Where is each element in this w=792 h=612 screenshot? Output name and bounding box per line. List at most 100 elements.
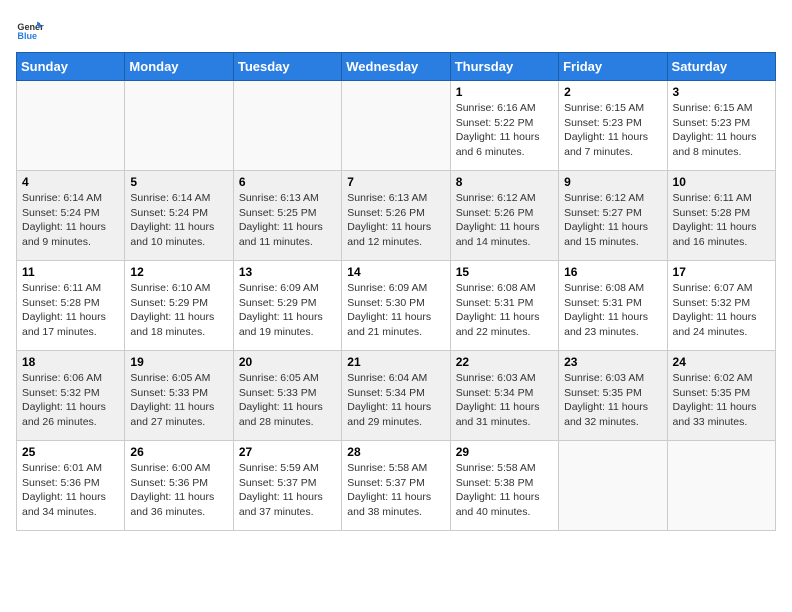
calendar-cell: 8 Sunrise: 6:12 AM Sunset: 5:26 PM Daylig…	[450, 171, 558, 261]
day-info: Sunrise: 6:11 AM Sunset: 5:28 PM Dayligh…	[673, 191, 770, 250]
calendar-header-row: SundayMondayTuesdayWednesdayThursdayFrid…	[17, 53, 776, 81]
calendar-cell: 21 Sunrise: 6:04 AM Sunset: 5:34 PM Dayli…	[342, 351, 450, 441]
calendar-cell: 7 Sunrise: 6:13 AM Sunset: 5:26 PM Daylig…	[342, 171, 450, 261]
svg-text:Blue: Blue	[17, 31, 37, 41]
day-number: 13	[239, 265, 336, 279]
day-number: 12	[130, 265, 227, 279]
calendar-week-row: 18 Sunrise: 6:06 AM Sunset: 5:32 PM Dayli…	[17, 351, 776, 441]
day-info: Sunrise: 6:03 AM Sunset: 5:34 PM Dayligh…	[456, 371, 553, 430]
calendar-cell: 29 Sunrise: 5:58 AM Sunset: 5:38 PM Dayli…	[450, 441, 558, 531]
day-number: 9	[564, 175, 661, 189]
day-info: Sunrise: 6:14 AM Sunset: 5:24 PM Dayligh…	[130, 191, 227, 250]
calendar-cell: 5 Sunrise: 6:14 AM Sunset: 5:24 PM Daylig…	[125, 171, 233, 261]
day-number: 28	[347, 445, 444, 459]
calendar-cell: 26Sunrise: 6:00 AM Sunset: 5:36 PM Dayli…	[125, 441, 233, 531]
calendar-cell: 23Sunrise: 6:03 AM Sunset: 5:35 PM Dayli…	[559, 351, 667, 441]
calendar-cell: 4Sunrise: 6:14 AM Sunset: 5:24 PM Daylig…	[17, 171, 125, 261]
calendar-cell: 1 Sunrise: 6:16 AM Sunset: 5:22 PM Daylig…	[450, 81, 558, 171]
day-info: Sunrise: 6:12 AM Sunset: 5:26 PM Dayligh…	[456, 191, 553, 250]
day-info: Sunrise: 6:06 AM Sunset: 5:32 PM Dayligh…	[22, 371, 119, 430]
calendar-cell: 22 Sunrise: 6:03 AM Sunset: 5:34 PM Dayli…	[450, 351, 558, 441]
calendar-cell: 6 Sunrise: 6:13 AM Sunset: 5:25 PM Daylig…	[233, 171, 341, 261]
day-number: 14	[347, 265, 444, 279]
day-number: 16	[564, 265, 661, 279]
logo: General Blue	[16, 16, 48, 44]
calendar-cell: 24 Sunrise: 6:02 AM Sunset: 5:35 PM Dayli…	[667, 351, 775, 441]
calendar-cell: 28 Sunrise: 5:58 AM Sunset: 5:37 PM Dayli…	[342, 441, 450, 531]
day-info: Sunrise: 6:16 AM Sunset: 5:22 PM Dayligh…	[456, 101, 553, 160]
calendar-cell	[667, 441, 775, 531]
day-number: 25	[22, 445, 119, 459]
calendar-week-row: 4Sunrise: 6:14 AM Sunset: 5:24 PM Daylig…	[17, 171, 776, 261]
day-info: Sunrise: 5:58 AM Sunset: 5:38 PM Dayligh…	[456, 461, 553, 520]
day-info: Sunrise: 6:10 AM Sunset: 5:29 PM Dayligh…	[130, 281, 227, 340]
col-header-friday: Friday	[559, 53, 667, 81]
calendar-cell	[342, 81, 450, 171]
day-number: 7	[347, 175, 444, 189]
day-info: Sunrise: 6:12 AM Sunset: 5:27 PM Dayligh…	[564, 191, 661, 250]
day-number: 22	[456, 355, 553, 369]
day-info: Sunrise: 6:13 AM Sunset: 5:26 PM Dayligh…	[347, 191, 444, 250]
calendar-cell: 16 Sunrise: 6:08 AM Sunset: 5:31 PM Dayli…	[559, 261, 667, 351]
calendar-cell: 27 Sunrise: 5:59 AM Sunset: 5:37 PM Dayli…	[233, 441, 341, 531]
calendar-cell	[559, 441, 667, 531]
day-info: Sunrise: 6:05 AM Sunset: 5:33 PM Dayligh…	[239, 371, 336, 430]
day-number: 2	[564, 85, 661, 99]
col-header-thursday: Thursday	[450, 53, 558, 81]
day-info: Sunrise: 6:13 AM Sunset: 5:25 PM Dayligh…	[239, 191, 336, 250]
day-number: 20	[239, 355, 336, 369]
day-info: Sunrise: 6:05 AM Sunset: 5:33 PM Dayligh…	[130, 371, 227, 430]
day-number: 8	[456, 175, 553, 189]
day-info: Sunrise: 6:03 AM Sunset: 5:35 PM Dayligh…	[564, 371, 661, 430]
calendar-cell: 3Sunrise: 6:15 AM Sunset: 5:23 PM Daylig…	[667, 81, 775, 171]
day-info: Sunrise: 6:09 AM Sunset: 5:30 PM Dayligh…	[347, 281, 444, 340]
calendar-week-row: 1 Sunrise: 6:16 AM Sunset: 5:22 PM Daylig…	[17, 81, 776, 171]
col-header-monday: Monday	[125, 53, 233, 81]
day-number: 27	[239, 445, 336, 459]
day-number: 24	[673, 355, 770, 369]
calendar-cell: 12 Sunrise: 6:10 AM Sunset: 5:29 PM Dayli…	[125, 261, 233, 351]
day-number: 1	[456, 85, 553, 99]
col-header-saturday: Saturday	[667, 53, 775, 81]
day-number: 17	[673, 265, 770, 279]
day-number: 11	[22, 265, 119, 279]
day-info: Sunrise: 6:04 AM Sunset: 5:34 PM Dayligh…	[347, 371, 444, 430]
calendar-table: SundayMondayTuesdayWednesdayThursdayFrid…	[16, 52, 776, 531]
day-number: 15	[456, 265, 553, 279]
day-info: Sunrise: 6:00 AM Sunset: 5:36 PM Dayligh…	[130, 461, 227, 520]
day-number: 29	[456, 445, 553, 459]
calendar-cell: 11 Sunrise: 6:11 AM Sunset: 5:28 PM Dayli…	[17, 261, 125, 351]
logo-icon: General Blue	[16, 16, 44, 44]
day-number: 18	[22, 355, 119, 369]
calendar-cell: 20 Sunrise: 6:05 AM Sunset: 5:33 PM Dayli…	[233, 351, 341, 441]
day-number: 19	[130, 355, 227, 369]
day-info: Sunrise: 6:11 AM Sunset: 5:28 PM Dayligh…	[22, 281, 119, 340]
calendar-cell: 18 Sunrise: 6:06 AM Sunset: 5:32 PM Dayli…	[17, 351, 125, 441]
day-info: Sunrise: 6:14 AM Sunset: 5:24 PM Dayligh…	[22, 191, 119, 250]
col-header-tuesday: Tuesday	[233, 53, 341, 81]
day-info: Sunrise: 6:02 AM Sunset: 5:35 PM Dayligh…	[673, 371, 770, 430]
day-number: 5	[130, 175, 227, 189]
header: General Blue	[16, 16, 776, 44]
day-number: 3	[673, 85, 770, 99]
calendar-cell	[17, 81, 125, 171]
calendar-cell: 14 Sunrise: 6:09 AM Sunset: 5:30 PM Dayli…	[342, 261, 450, 351]
calendar-cell: 25Sunrise: 6:01 AM Sunset: 5:36 PM Dayli…	[17, 441, 125, 531]
calendar-cell	[233, 81, 341, 171]
calendar-cell	[125, 81, 233, 171]
calendar-cell: 9 Sunrise: 6:12 AM Sunset: 5:27 PM Daylig…	[559, 171, 667, 261]
col-header-sunday: Sunday	[17, 53, 125, 81]
day-number: 21	[347, 355, 444, 369]
calendar-cell: 19 Sunrise: 6:05 AM Sunset: 5:33 PM Dayli…	[125, 351, 233, 441]
day-info: Sunrise: 6:08 AM Sunset: 5:31 PM Dayligh…	[456, 281, 553, 340]
calendar-cell: 13Sunrise: 6:09 AM Sunset: 5:29 PM Dayli…	[233, 261, 341, 351]
day-info: Sunrise: 6:08 AM Sunset: 5:31 PM Dayligh…	[564, 281, 661, 340]
day-info: Sunrise: 5:58 AM Sunset: 5:37 PM Dayligh…	[347, 461, 444, 520]
calendar-cell: 17 Sunrise: 6:07 AM Sunset: 5:32 PM Dayli…	[667, 261, 775, 351]
calendar-cell: 15 Sunrise: 6:08 AM Sunset: 5:31 PM Dayli…	[450, 261, 558, 351]
day-info: Sunrise: 5:59 AM Sunset: 5:37 PM Dayligh…	[239, 461, 336, 520]
calendar-cell: 10Sunrise: 6:11 AM Sunset: 5:28 PM Dayli…	[667, 171, 775, 261]
day-info: Sunrise: 6:15 AM Sunset: 5:23 PM Dayligh…	[564, 101, 661, 160]
day-info: Sunrise: 6:07 AM Sunset: 5:32 PM Dayligh…	[673, 281, 770, 340]
day-number: 6	[239, 175, 336, 189]
